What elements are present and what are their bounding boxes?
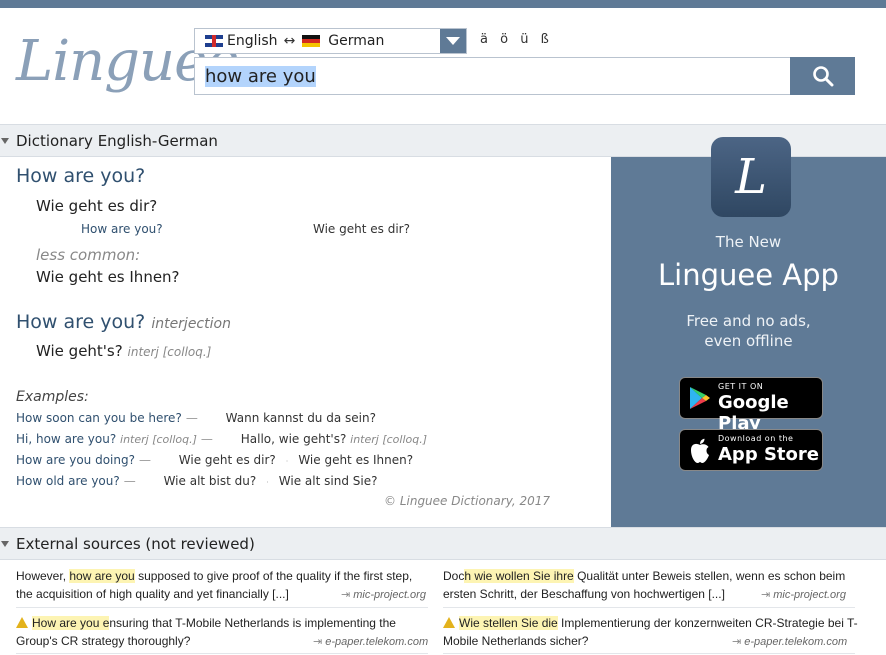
chevron-down-icon[interactable] [440, 29, 466, 53]
apple-icon [691, 438, 709, 463]
promo-line2: Free and no ads, [686, 312, 811, 330]
ext-source-label: e-paper.telekom.com [744, 636, 848, 648]
app-store-button[interactable]: Download on the App Store [679, 429, 823, 471]
ext-text: However, [16, 569, 70, 583]
special-characters: ä ö ü ß [480, 32, 555, 47]
google-play-small: GET IT ON [718, 382, 764, 391]
example-de: Wie alt bist du? [163, 474, 257, 488]
external-sources-title: External sources (not reviewed) [16, 534, 255, 553]
char-o-umlaut[interactable]: ö [500, 32, 510, 47]
linguee-app-icon[interactable]: L [711, 137, 791, 217]
example-de-tag: interj [colloq.] [350, 433, 428, 446]
example-row: Hi, how are you? interj [colloq.] — Hallo… [16, 432, 428, 446]
example-de: Wann kannst du da sein? [225, 411, 376, 425]
row-divider [16, 653, 428, 654]
row-divider [443, 607, 855, 608]
ext-source-link[interactable]: ⇥ mic-project.org [761, 588, 846, 601]
part-of-speech: interjection [151, 316, 231, 332]
row-divider [16, 607, 428, 608]
ext-source-link[interactable]: ⇥ mic-project.org [341, 588, 426, 601]
entry-headword-2: How are you? interjection [16, 311, 231, 333]
lang-to-label: German [328, 33, 385, 49]
example-de: Wie geht es dir? [178, 453, 276, 467]
external-sources-header[interactable]: External sources (not reviewed) [0, 527, 886, 560]
row-divider [443, 653, 855, 654]
dictionary-section-title: Dictionary English-German [16, 131, 218, 150]
example-en[interactable]: How old are you? [16, 474, 120, 488]
external-link-icon: ⇥ [313, 636, 323, 648]
search-button[interactable] [790, 57, 855, 95]
less-common-label: less common: [36, 246, 141, 264]
example-en-tag: interj [colloq.] [120, 433, 197, 446]
lang-from-label: English [227, 33, 278, 49]
top-accent-bar [0, 0, 886, 8]
promo-line3: even offline [704, 332, 793, 350]
google-play-button[interactable]: GET IT ON Google Play [679, 377, 823, 434]
example-en[interactable]: Hi, how are you? [16, 432, 116, 446]
char-eszett[interactable]: ß [541, 32, 551, 47]
entry-headword: How are you? [16, 165, 146, 187]
ext-text: Doc [443, 569, 465, 583]
ext-highlight: h wie wollen Sie ihre [464, 569, 574, 583]
example-en[interactable]: How are you doing? [16, 453, 135, 467]
example-row: How old are you? — Wie alt bist du? · Wie a… [16, 474, 378, 488]
example-de-alt: Wie alt sind Sie? [278, 474, 378, 488]
translation-less-common[interactable]: Wie geht es Ihnen? [36, 268, 180, 286]
char-u-umlaut[interactable]: ü [520, 32, 530, 47]
external-link-icon: ⇥ [761, 589, 771, 601]
app-store-label: App Store [718, 444, 819, 465]
promo-line1: The New [715, 233, 782, 251]
google-play-icon [690, 387, 710, 409]
ext-source-link[interactable]: ⇥ e-paper.telekom.com [732, 635, 847, 648]
app-store-small: Download on the [718, 434, 794, 443]
translation-2-text: Wie geht's? [36, 342, 123, 360]
ext-highlight: how are you [69, 569, 135, 583]
search-input[interactable]: how are you [194, 57, 791, 95]
ext-highlight: Wie stellen Sie die [459, 616, 558, 630]
example-row: How soon can you be here? — Wann kannst d… [16, 411, 376, 425]
ext-source-label: mic-project.org [353, 589, 426, 601]
examples-label: Examples: [16, 389, 89, 405]
warning-icon [16, 617, 28, 628]
char-a-umlaut[interactable]: ä [480, 32, 490, 47]
uk-flag-icon [205, 35, 223, 47]
example-target: Wie geht es dir? [313, 222, 410, 236]
language-pair-select[interactable]: English ↔ German [194, 28, 467, 54]
ext-highlight: How are you e [32, 616, 110, 630]
example-de: Hallo, wie geht's? [240, 432, 347, 446]
external-link-icon: ⇥ [341, 589, 351, 601]
translation-2[interactable]: Wie geht's? interj [colloq.] [36, 342, 211, 360]
app-promo-panel: L The New Linguee App Free and no ads, e… [611, 137, 886, 527]
search-query-text: how are you [205, 65, 316, 87]
external-link-icon: ⇥ [732, 636, 742, 648]
grammar-tag: interj [colloq.] [127, 345, 212, 359]
example-en[interactable]: How soon can you be here? [16, 411, 182, 425]
dictionary-results: How are you? Wie geht es dir? How are yo… [0, 157, 611, 527]
google-play-label: Google Play [718, 392, 789, 434]
de-flag-icon [302, 35, 321, 47]
swap-arrows-icon: ↔ [283, 33, 296, 49]
ext-source-label: mic-project.org [773, 589, 846, 601]
ext-source-label: e-paper.telekom.com [325, 636, 429, 648]
ext-source-link[interactable]: ⇥ e-paper.telekom.com [313, 635, 428, 648]
search-icon [812, 66, 833, 87]
example-row: How are you doing? — Wie geht es dir? · Wie… [16, 453, 414, 467]
warning-icon [443, 617, 455, 628]
example-source: How are you? [81, 222, 163, 236]
translation[interactable]: Wie geht es dir? [36, 197, 157, 215]
entry-headword-text: How are you? [16, 311, 146, 333]
example-de-alt: Wie geht es Ihnen? [298, 453, 414, 467]
copyright: © Linguee Dictionary, 2017 [384, 494, 551, 508]
promo-title: Linguee App [658, 258, 839, 292]
